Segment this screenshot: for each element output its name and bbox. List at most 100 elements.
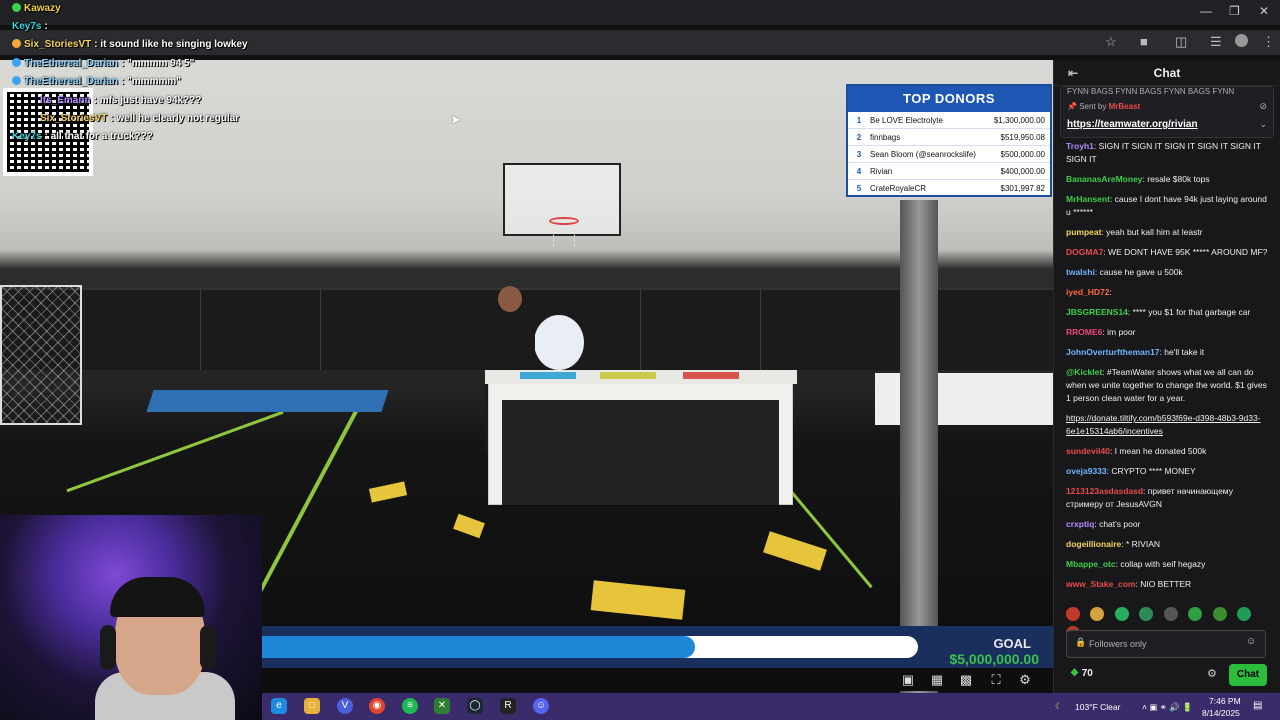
extensions-icon[interactable]: ■: [1140, 34, 1148, 49]
clip-icon[interactable]: ▦: [929, 672, 945, 688]
chat-username[interactable]: MrHansent: [1066, 194, 1110, 204]
weather-text[interactable]: 103°F Clear: [1075, 702, 1120, 712]
chat-message: sundevil40: I mean he donated 500k: [1066, 445, 1272, 458]
vpn-icon[interactable]: V: [337, 698, 353, 714]
collapse-chat-icon[interactable]: ⇤: [1068, 60, 1078, 86]
emote-icon[interactable]: [1212, 607, 1227, 621]
chrome-icon[interactable]: ◉: [369, 698, 385, 714]
spotify-icon[interactable]: ≡: [402, 698, 418, 714]
lock-icon: 🔒: [1075, 637, 1087, 647]
media-icon[interactable]: ☰: [1210, 34, 1222, 50]
overlay-chat-user: Key7s: [12, 21, 42, 32]
pinned-message[interactable]: FYNN BAGS FYNN BAGS FYNN BAGS FYNN 📌 Sen…: [1060, 86, 1274, 138]
sidepanel-icon[interactable]: ◫: [1175, 34, 1187, 50]
overlay-chat-user: Key7s: [12, 131, 42, 142]
game-table-opening: [502, 400, 779, 505]
clock-date[interactable]: 8/14/2025: [1202, 708, 1240, 718]
chat-settings-icon[interactable]: ⚙: [1207, 667, 1217, 680]
sent-by-label: Sent by: [1079, 102, 1107, 111]
overlay-chat-line: Six_StoriesVT: it sound like he singing …: [12, 39, 248, 50]
chat-username[interactable]: BananasAreMoney: [1066, 174, 1143, 184]
channel-points[interactable]: ❖ 70: [1070, 668, 1093, 679]
chat-text: im poor: [1107, 327, 1136, 337]
overlay-chat-text: mfs just have 94k???: [99, 95, 202, 106]
notifications-icon[interactable]: ▤: [1253, 700, 1262, 711]
overlay-chat-user: Six_StoriesVT: [40, 113, 108, 124]
chat-username[interactable]: pumpeat: [1066, 227, 1101, 237]
cloth: [368, 481, 408, 503]
roblox-icon[interactable]: R: [500, 698, 516, 714]
unpin-icon[interactable]: ⊘: [1259, 101, 1267, 112]
chat-username[interactable]: Troyh1: [1066, 141, 1094, 151]
chat-username[interactable]: iyed_HD72: [1066, 287, 1109, 297]
emote-picker-icon[interactable]: ☺: [1246, 636, 1256, 647]
chat-username[interactable]: dogeillionaire: [1066, 539, 1121, 549]
chat-text: he'll take it: [1164, 347, 1205, 357]
steam-icon[interactable]: ◯: [467, 698, 483, 714]
chat-text: I mean he donated 500k: [1114, 446, 1207, 456]
yellow-pad: [600, 372, 656, 379]
close-icon[interactable]: ✕: [1259, 4, 1269, 18]
chat-text: WE DONT HAVE 95K ***** AROUND MF?: [1108, 247, 1268, 257]
chat-username[interactable]: 1213123asdasdasd: [1066, 486, 1143, 496]
overlay-chat-text: well he clearly not regular: [116, 113, 240, 124]
mouse-cursor-icon: ➤: [450, 112, 461, 127]
emote-icon[interactable]: [1066, 607, 1080, 621]
donor-rank: 2: [856, 132, 862, 142]
donor-name: CrateRoyaleCR: [870, 184, 927, 193]
chat-input[interactable]: Followers only: [1066, 630, 1266, 658]
chat-username[interactable]: DOGMA7: [1066, 247, 1103, 257]
emote-icon[interactable]: [1090, 607, 1105, 621]
donor-row: 1 Be LOVE Electrolyte $1,300,000.00: [848, 112, 1050, 129]
overlay-chat-user: Kawazy: [24, 3, 61, 14]
pinned-link[interactable]: https://teamwater.org/rivian: [1067, 119, 1198, 130]
emote-icon[interactable]: [1237, 607, 1252, 621]
edge-icon[interactable]: e: [271, 698, 287, 714]
chat-username[interactable]: Mbappe_otc: [1066, 559, 1116, 569]
chat-message: JBSGREENS14: **** you $1 for that garbag…: [1066, 306, 1272, 319]
chat-title: Chat: [1153, 66, 1181, 80]
xbox-icon[interactable]: ✕: [434, 698, 450, 714]
emote-icon[interactable]: [1139, 607, 1154, 621]
emote-icon[interactable]: [1163, 607, 1178, 621]
cloth: [763, 531, 827, 571]
chat-username[interactable]: twalshi: [1066, 267, 1095, 277]
screen: { "browser": { "tab_title": "MrBeast Str…: [0, 0, 1280, 720]
overlay-chat-line: Kawazy: [12, 3, 64, 14]
chat-username[interactable]: sundevil40: [1066, 446, 1110, 456]
donor-amount: $400,000.00: [1000, 166, 1046, 176]
overlay-chat-user: TheEthereal_Darian: [24, 58, 118, 69]
chat-message: 1213123asdasdasd: привет начинающему стр…: [1066, 485, 1272, 511]
theater-icon[interactable]: ▣: [900, 672, 916, 688]
chat-link[interactable]: https://donate.tiltify.com/b593f69e-d398…: [1066, 413, 1261, 436]
overlay-chat-text: "mmmm 94 5": [127, 58, 195, 69]
minimize-icon[interactable]: —: [1200, 4, 1212, 18]
fullscreen-icon[interactable]: ⛶: [988, 672, 1004, 688]
star-icon[interactable]: ☆: [1105, 34, 1117, 50]
restore-icon[interactable]: ❐: [1229, 4, 1240, 18]
chat-username[interactable]: JohnOverturftheman17: [1066, 347, 1160, 357]
donor-rank: 3: [856, 149, 862, 159]
chat-username[interactable]: www_Stake_com: [1066, 579, 1135, 589]
chat-username[interactable]: RROME6: [1066, 327, 1102, 337]
donor-name: Sean Bloom (@seanrockslife): [870, 149, 976, 159]
files-icon[interactable]: □: [304, 698, 320, 714]
chat-username[interactable]: @Kicklet: [1066, 367, 1102, 377]
profile-icon[interactable]: [1235, 34, 1248, 47]
settings-icon[interactable]: ⚙: [1017, 672, 1033, 688]
menu-icon[interactable]: ⋮: [1262, 34, 1275, 50]
miniplayer-icon[interactable]: ▩: [958, 672, 974, 688]
clock-time[interactable]: 7:46 PM: [1209, 696, 1241, 706]
chat-text: yeah but kall him at leastr: [1106, 227, 1203, 237]
chat-username[interactable]: JBSGREENS14: [1066, 307, 1128, 317]
badge-icon: [12, 58, 21, 67]
send-chat-button[interactable]: Chat: [1229, 664, 1267, 686]
tray-icons[interactable]: ˄ ▣ ⚭ 🔊 🔋: [1142, 702, 1193, 713]
emote-icon[interactable]: [1188, 607, 1203, 621]
chat-username[interactable]: oveja9333: [1066, 466, 1107, 476]
discord-icon[interactable]: ☺: [533, 698, 549, 714]
emote-icon[interactable]: [1114, 607, 1129, 621]
overlay-chat-text: all that for a truck???: [50, 131, 153, 142]
chevron-down-icon[interactable]: ⌄: [1259, 119, 1267, 130]
chat-username[interactable]: crxptiq: [1066, 519, 1094, 529]
